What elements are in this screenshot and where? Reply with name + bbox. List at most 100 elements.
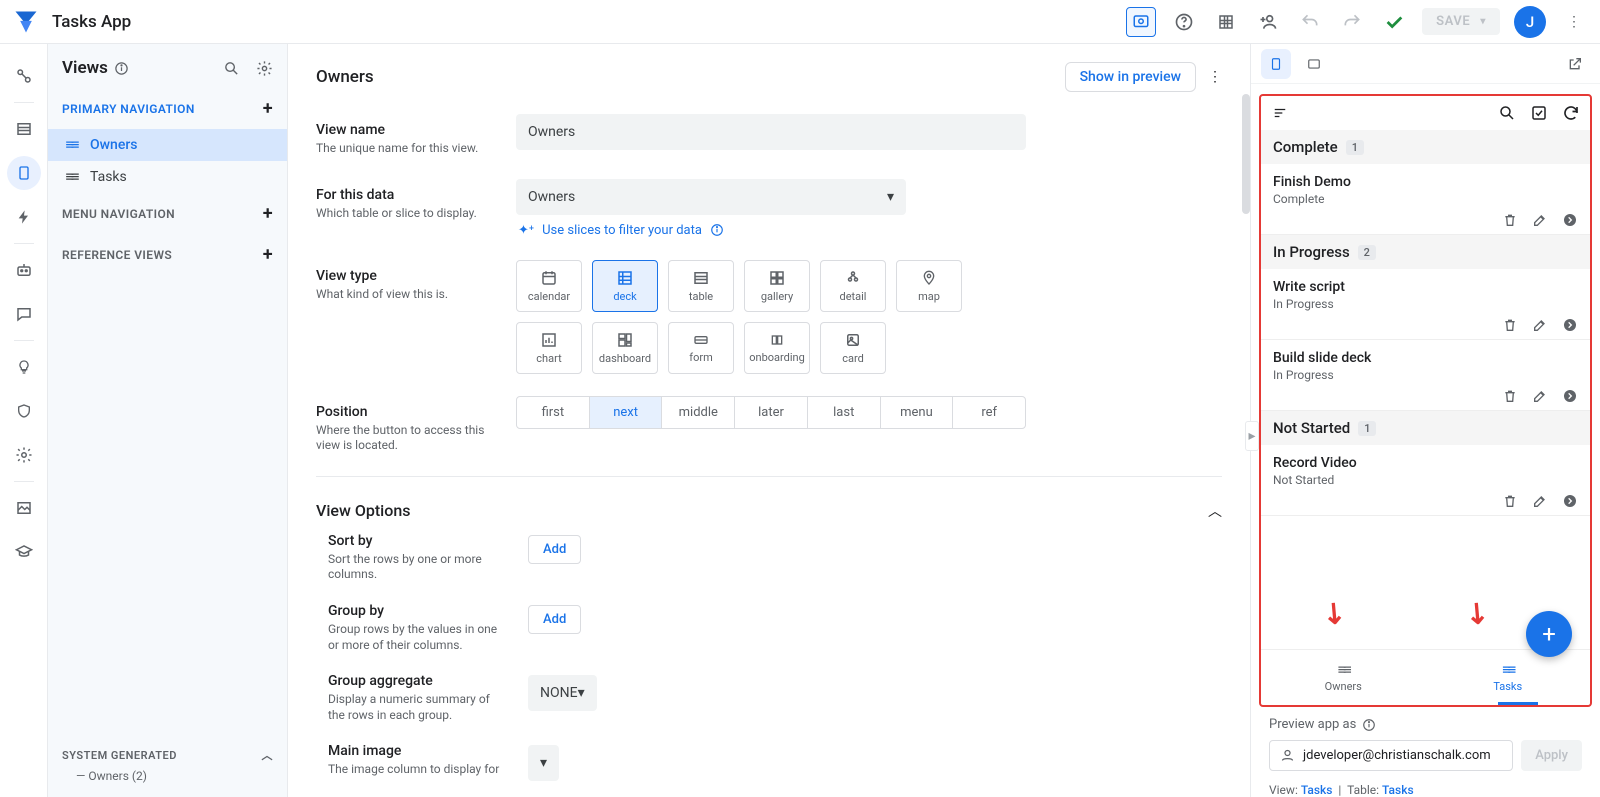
- task-card[interactable]: Record VideoNot Started: [1261, 445, 1590, 516]
- for-data-select[interactable]: Owners ▾: [516, 179, 906, 215]
- system-sub-owners[interactable]: — Owners (2): [48, 763, 287, 783]
- show-in-preview-button[interactable]: Show in preview: [1065, 62, 1196, 92]
- task-card[interactable]: Write scriptIn Progress: [1261, 269, 1590, 340]
- user-avatar[interactable]: J: [1514, 6, 1546, 38]
- slices-help-link[interactable]: ✦⁺ Use slices to filter your data: [518, 223, 1036, 238]
- save-button[interactable]: SAVE▾: [1422, 8, 1500, 35]
- chevron-down-icon: ▾: [540, 755, 547, 771]
- view-type-card[interactable]: card: [820, 322, 886, 374]
- delete-icon[interactable]: [1502, 317, 1518, 333]
- position-last[interactable]: last: [808, 397, 881, 428]
- delete-icon[interactable]: [1502, 493, 1518, 509]
- edit-icon[interactable]: [1532, 212, 1548, 228]
- task-card[interactable]: Finish DemoComplete: [1261, 164, 1590, 235]
- preview-icon[interactable]: [1126, 7, 1156, 37]
- scrollbar[interactable]: [1242, 94, 1250, 214]
- view-type-form[interactable]: form: [668, 322, 734, 374]
- table-link[interactable]: Tasks: [1382, 783, 1414, 797]
- section-menu-nav[interactable]: MENU NAVIGATION+: [48, 193, 287, 234]
- view-type-chart[interactable]: chart: [516, 322, 582, 374]
- position-later[interactable]: later: [735, 397, 808, 428]
- nav-tasks[interactable]: ≡≡ Tasks: [1426, 650, 1591, 705]
- tablet-preview-icon[interactable]: [1299, 49, 1329, 79]
- search-icon[interactable]: [1498, 104, 1516, 122]
- checkbox-icon[interactable]: [1530, 104, 1548, 122]
- phone-preview-icon[interactable]: [1261, 49, 1291, 79]
- add-person-icon[interactable]: [1254, 8, 1282, 36]
- fab-add-button[interactable]: +: [1526, 611, 1572, 657]
- check-icon[interactable]: [1380, 8, 1408, 36]
- chevron-right-icon[interactable]: [1562, 493, 1578, 509]
- group-header[interactable]: In Progress2: [1261, 235, 1590, 269]
- view-type-onboarding[interactable]: onboarding: [744, 322, 810, 374]
- nav-owners[interactable]: ≡≡ Owners: [1261, 650, 1426, 705]
- group-header[interactable]: Complete1: [1261, 130, 1590, 164]
- rail-bulb-icon[interactable]: [7, 350, 41, 384]
- view-options-header[interactable]: View Options ︿: [316, 476, 1222, 533]
- edit-icon[interactable]: [1532, 317, 1548, 333]
- edit-icon[interactable]: [1532, 493, 1548, 509]
- position-menu[interactable]: menu: [881, 397, 954, 428]
- group-agg-select[interactable]: NONE ▾: [528, 675, 597, 711]
- info-icon[interactable]: [114, 61, 129, 76]
- view-type-gallery[interactable]: gallery: [744, 260, 810, 312]
- view-type-deck[interactable]: deck: [592, 260, 658, 312]
- grid-icon[interactable]: [1212, 8, 1240, 36]
- rail-education-icon[interactable]: [7, 535, 41, 569]
- position-next[interactable]: next: [590, 397, 663, 428]
- group-by-label: Group by: [328, 603, 528, 619]
- open-external-icon[interactable]: [1560, 49, 1590, 79]
- views-panel: Views PRIMARY NAVIGATION+ ≡≡ Owners ≡≡ T…: [48, 44, 288, 797]
- gear-icon[interactable]: [256, 60, 273, 77]
- view-type-detail[interactable]: detail: [820, 260, 886, 312]
- delete-icon[interactable]: [1502, 212, 1518, 228]
- rail-gear-icon[interactable]: [7, 438, 41, 472]
- chevron-right-icon[interactable]: [1562, 317, 1578, 333]
- redo-icon[interactable]: [1338, 8, 1366, 36]
- view-link[interactable]: Tasks: [1301, 783, 1333, 797]
- rail-image-icon[interactable]: [7, 491, 41, 525]
- view-type-dashboard[interactable]: dashboard: [592, 322, 658, 374]
- chevron-down-icon: ▾: [887, 189, 894, 205]
- apply-button[interactable]: Apply: [1521, 740, 1582, 771]
- nav-item-tasks[interactable]: ≡≡ Tasks: [48, 161, 287, 193]
- nav-item-owners[interactable]: ≡≡ Owners: [48, 129, 287, 161]
- rail-data-icon[interactable]: [7, 112, 41, 146]
- undo-icon[interactable]: [1296, 8, 1324, 36]
- more-icon[interactable]: ⋮: [1560, 8, 1588, 36]
- rail-chat-icon[interactable]: [7, 297, 41, 331]
- view-type-calendar[interactable]: calendar: [516, 260, 582, 312]
- position-middle[interactable]: middle: [662, 397, 735, 428]
- edit-icon[interactable]: [1532, 388, 1548, 404]
- chevron-right-icon[interactable]: [1562, 212, 1578, 228]
- view-type-map[interactable]: map: [896, 260, 962, 312]
- phone-list[interactable]: Complete1Finish DemoCompleteIn Progress2…: [1261, 130, 1590, 649]
- refresh-icon[interactable]: [1562, 104, 1580, 122]
- position-first[interactable]: first: [517, 397, 590, 428]
- rail-bot-icon[interactable]: [7, 253, 41, 287]
- chevron-right-icon[interactable]: [1562, 388, 1578, 404]
- section-primary-nav[interactable]: PRIMARY NAVIGATION+: [48, 88, 287, 129]
- search-icon[interactable]: [223, 60, 240, 77]
- help-icon[interactable]: [1170, 8, 1198, 36]
- rail-views-icon[interactable]: [7, 156, 41, 190]
- delete-icon[interactable]: [1502, 388, 1518, 404]
- more-icon[interactable]: ⋮: [1208, 69, 1222, 85]
- main-image-select[interactable]: ▾: [528, 745, 559, 781]
- rail-magic-icon[interactable]: [7, 59, 41, 93]
- list-icon: ≡≡: [62, 169, 80, 185]
- info-icon[interactable]: [1362, 718, 1376, 732]
- group-by-add-button[interactable]: Add: [528, 605, 581, 634]
- task-card[interactable]: Build slide deckIn Progress: [1261, 340, 1590, 411]
- rail-shield-icon[interactable]: [7, 394, 41, 428]
- view-name-input[interactable]: [516, 114, 1026, 150]
- rail-bolt-icon[interactable]: [7, 200, 41, 234]
- position-ref[interactable]: ref: [953, 397, 1025, 428]
- section-reference-views[interactable]: REFERENCE VIEWS+: [48, 234, 287, 275]
- section-system-generated[interactable]: SYSTEM GENERATED︿: [48, 737, 287, 763]
- hamburger-icon[interactable]: [1271, 106, 1289, 120]
- view-type-table[interactable]: table: [668, 260, 734, 312]
- group-header[interactable]: Not Started1: [1261, 411, 1590, 445]
- preview-as-email[interactable]: jdeveloper@christianschalk.com: [1269, 740, 1513, 771]
- sort-by-add-button[interactable]: Add: [528, 535, 581, 564]
